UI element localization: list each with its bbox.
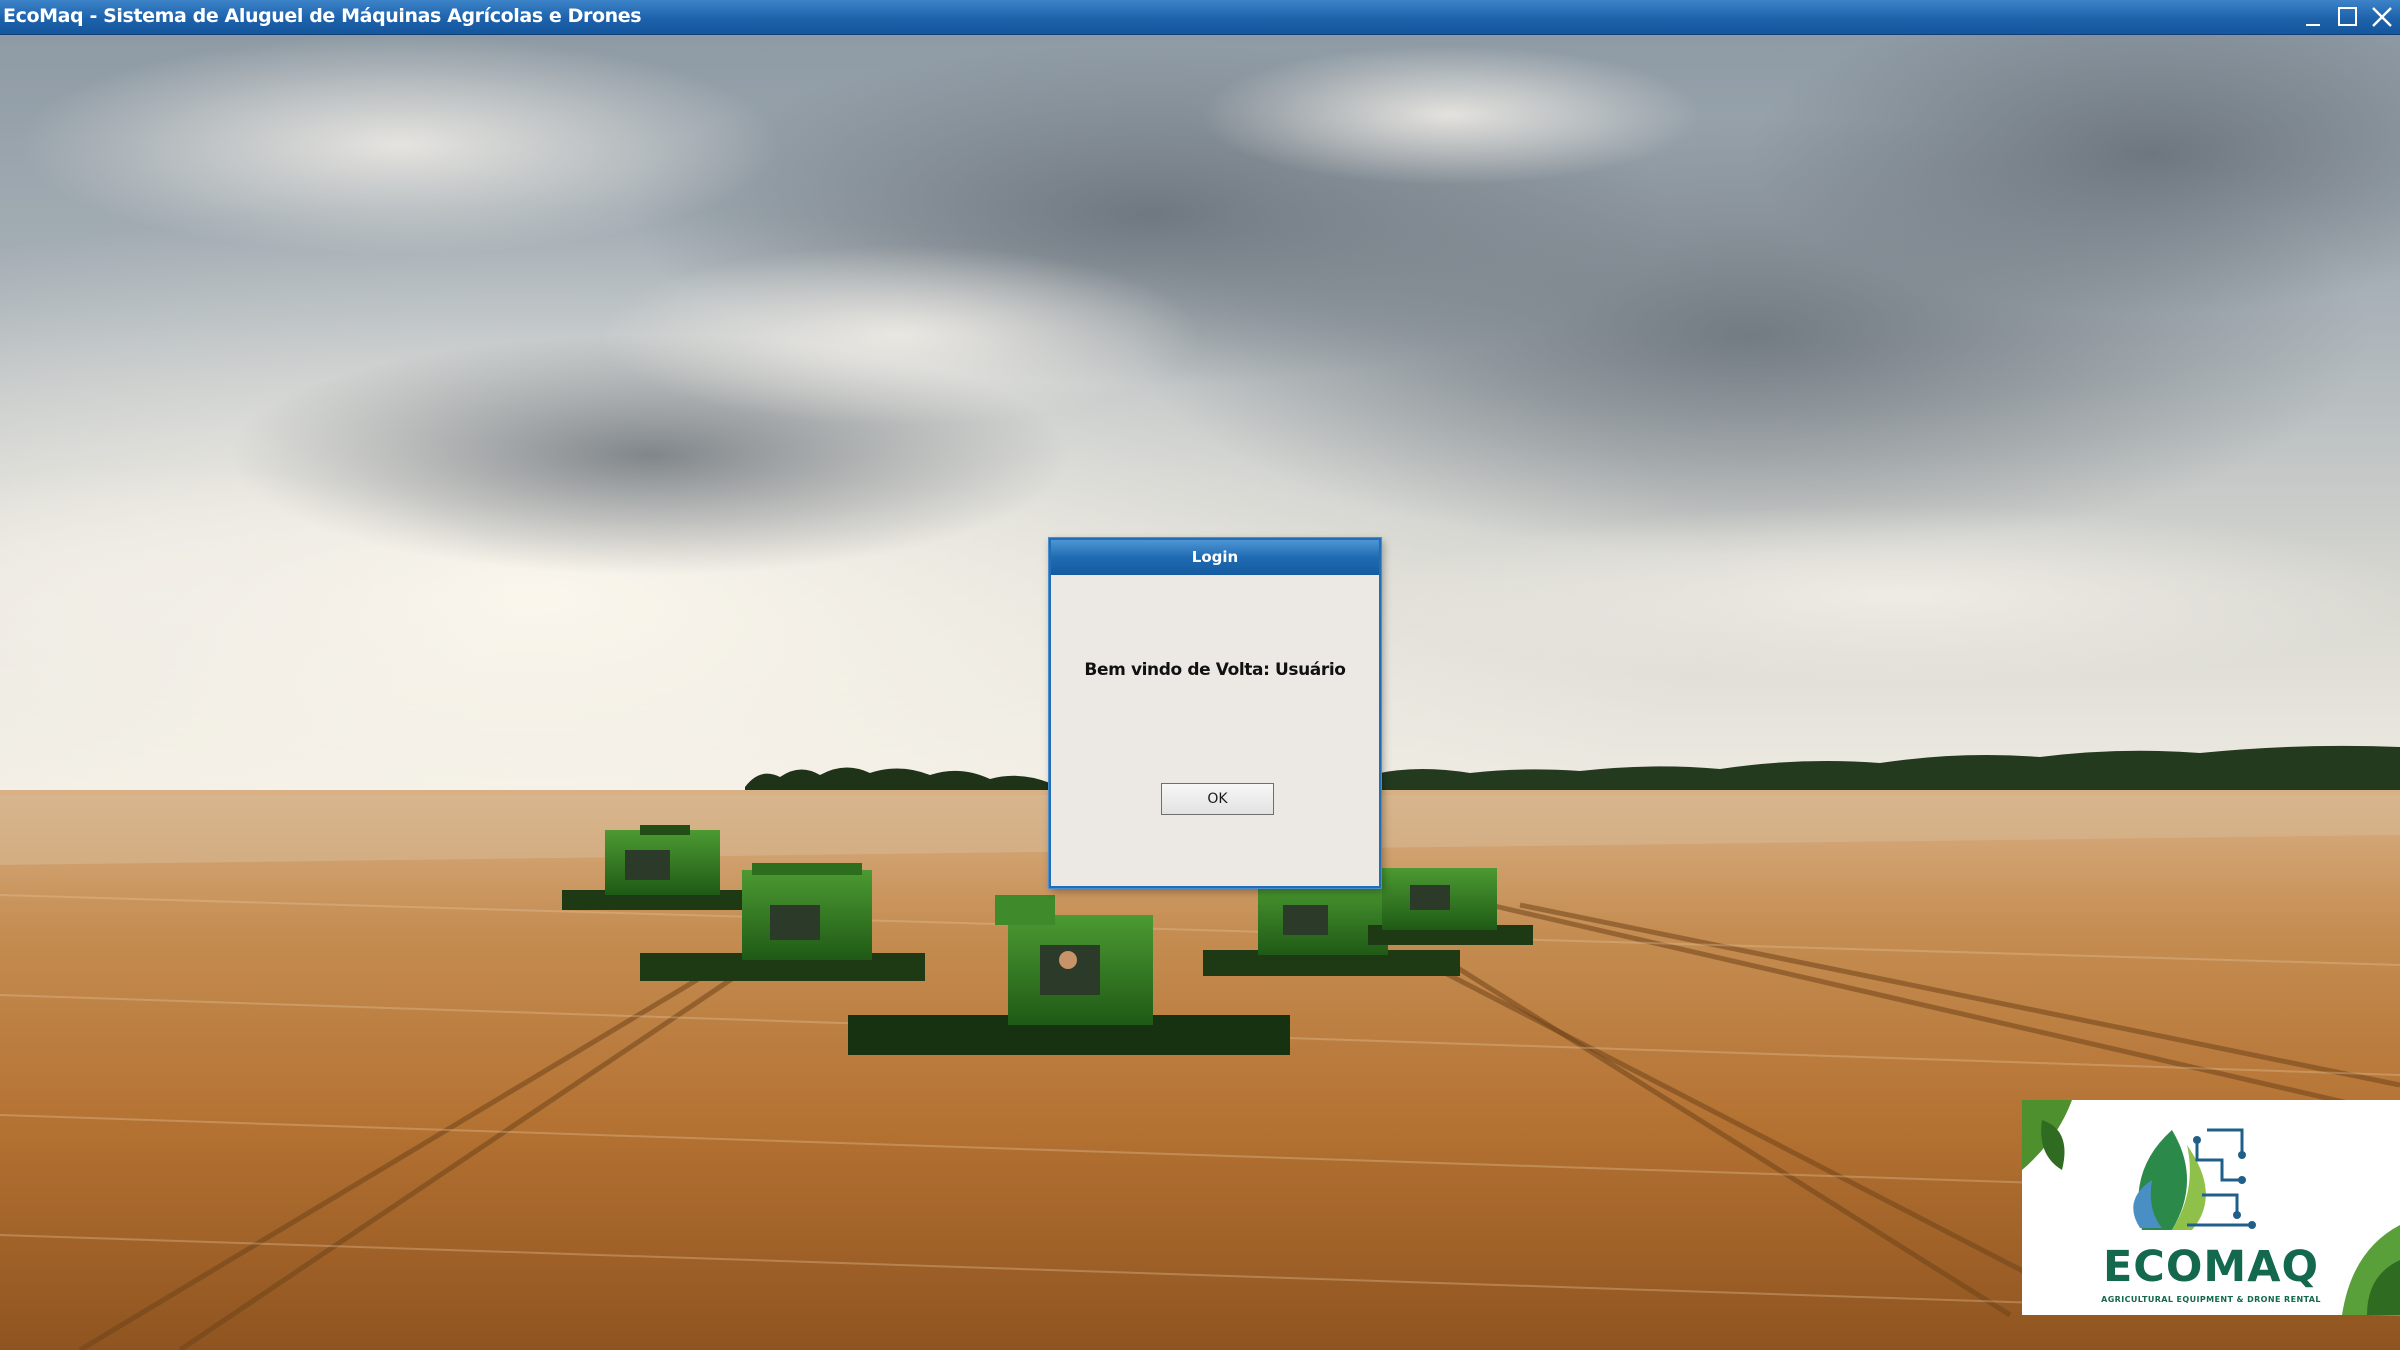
ok-button[interactable]: OK xyxy=(1161,783,1274,815)
dialog-titlebar[interactable]: Login xyxy=(1051,540,1379,575)
welcome-message: Bem vindo de Volta: Usuário xyxy=(1084,660,1346,680)
window-titlebar[interactable]: EcoMaq - Sistema de Aluguel de Máquinas … xyxy=(0,0,2400,35)
logo-tagline: AGRICULTURAL EQUIPMENT & DRONE RENTAL xyxy=(2101,1295,2321,1304)
window-title: EcoMaq - Sistema de Aluguel de Máquinas … xyxy=(3,5,642,27)
logo-brand-text: ECOMAQ xyxy=(2102,1242,2320,1292)
maximize-icon[interactable] xyxy=(2331,2,2363,32)
close-icon[interactable] xyxy=(2365,2,2397,32)
dialog-title: Login xyxy=(1191,548,1239,566)
minimize-icon[interactable] xyxy=(2297,2,2329,32)
login-dialog: Login Bem vindo de Volta: Usuário OK xyxy=(1049,538,1381,888)
app-window: EcoMaq - Sistema de Aluguel de Máquinas … xyxy=(0,0,2400,1350)
ecomaq-logo: ECOMAQ AGRICULTURAL EQUIPMENT & DRONE RE… xyxy=(2022,1100,2400,1315)
